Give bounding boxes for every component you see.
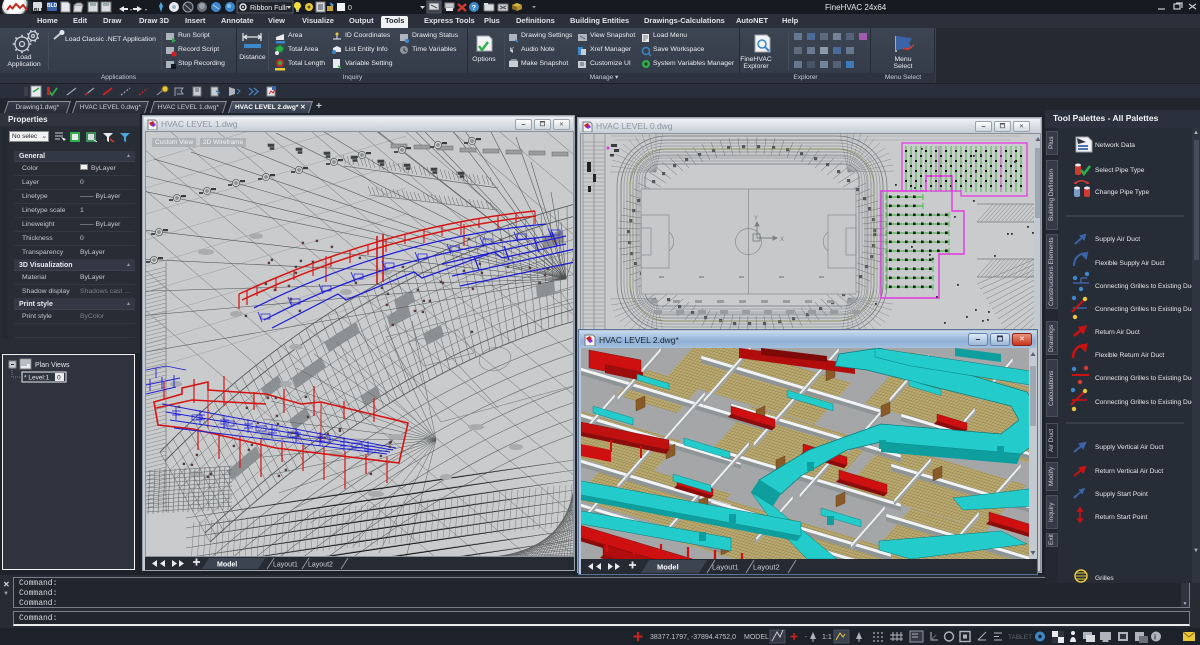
svg-text:Grilles: Grilles — [1095, 575, 1114, 582]
svg-text:Model: Model — [657, 563, 679, 572]
svg-text:Connecting Grilles to Existing: Connecting Grilles to Existing Duct — [1095, 283, 1192, 290]
svg-text:Network Data: Network Data — [1095, 142, 1135, 149]
svg-text:MODEL: MODEL — [744, 634, 769, 641]
svg-text:TABLET: TABLET — [1008, 634, 1032, 641]
svg-text:Supply Vertical Air Duct: Supply Vertical Air Duct — [1095, 444, 1164, 451]
svg-text:Y: Y — [754, 216, 758, 222]
svg-text:Layout2: Layout2 — [753, 563, 780, 572]
svg-text:Change Pipe Type: Change Pipe Type — [1095, 189, 1149, 196]
svg-text:Model: Model — [217, 562, 237, 569]
svg-text:Connecting Grilles to Existing: Connecting Grilles to Existing Duct — [1095, 375, 1192, 382]
svg-text:Layout1: Layout1 — [712, 563, 739, 572]
svg-text:Return Air Duct: Return Air Duct — [1095, 329, 1140, 336]
svg-text:38377.1797, -37894.4752,0: 38377.1797, -37894.4752,0 — [650, 634, 736, 641]
svg-text:0: 0 — [57, 375, 61, 382]
svg-text:Supply Start Point: Supply Start Point — [1095, 491, 1148, 498]
svg-text:Ribbon Fullr: Ribbon Fullr — [250, 5, 288, 12]
svg-text:Flexible Return Air Duct: Flexible Return Air Duct — [1095, 352, 1164, 359]
svg-text:Layout2: Layout2 — [308, 562, 333, 569]
svg-text:Layout1: Layout1 — [273, 562, 298, 569]
svg-text:Select Pipe Type: Select Pipe Type — [1095, 167, 1145, 174]
svg-text:X: X — [780, 237, 784, 243]
svg-text:0: 0 — [348, 5, 352, 12]
svg-text:Supply Air Duct: Supply Air Duct — [1095, 236, 1140, 243]
svg-text:Flexible Supply Air Duct: Flexible Supply Air Duct — [1095, 260, 1165, 267]
svg-text:i: i — [1154, 635, 1156, 642]
svg-text:Return Start Point: Return Start Point — [1095, 514, 1148, 521]
svg-text:Connecting Grilles to Existing: Connecting Grilles to Existing Duct ... — [1095, 399, 1192, 406]
svg-text:FineHVAC 24x64: FineHVAC 24x64 — [825, 3, 887, 12]
svg-text:* Level:1: * Level:1 — [24, 375, 50, 382]
svg-text:Plan Views: Plan Views — [35, 362, 70, 369]
svg-text:Connecting Grilles to Existing: Connecting Grilles to Existing Duct ... — [1095, 306, 1192, 313]
svg-text:Return Vertical Air Duct: Return Vertical Air Duct — [1095, 468, 1163, 475]
svg-text:1:1: 1:1 — [822, 634, 832, 641]
svg-text:?: ? — [472, 3, 477, 12]
svg-text:BLD: BLD — [47, 3, 58, 9]
